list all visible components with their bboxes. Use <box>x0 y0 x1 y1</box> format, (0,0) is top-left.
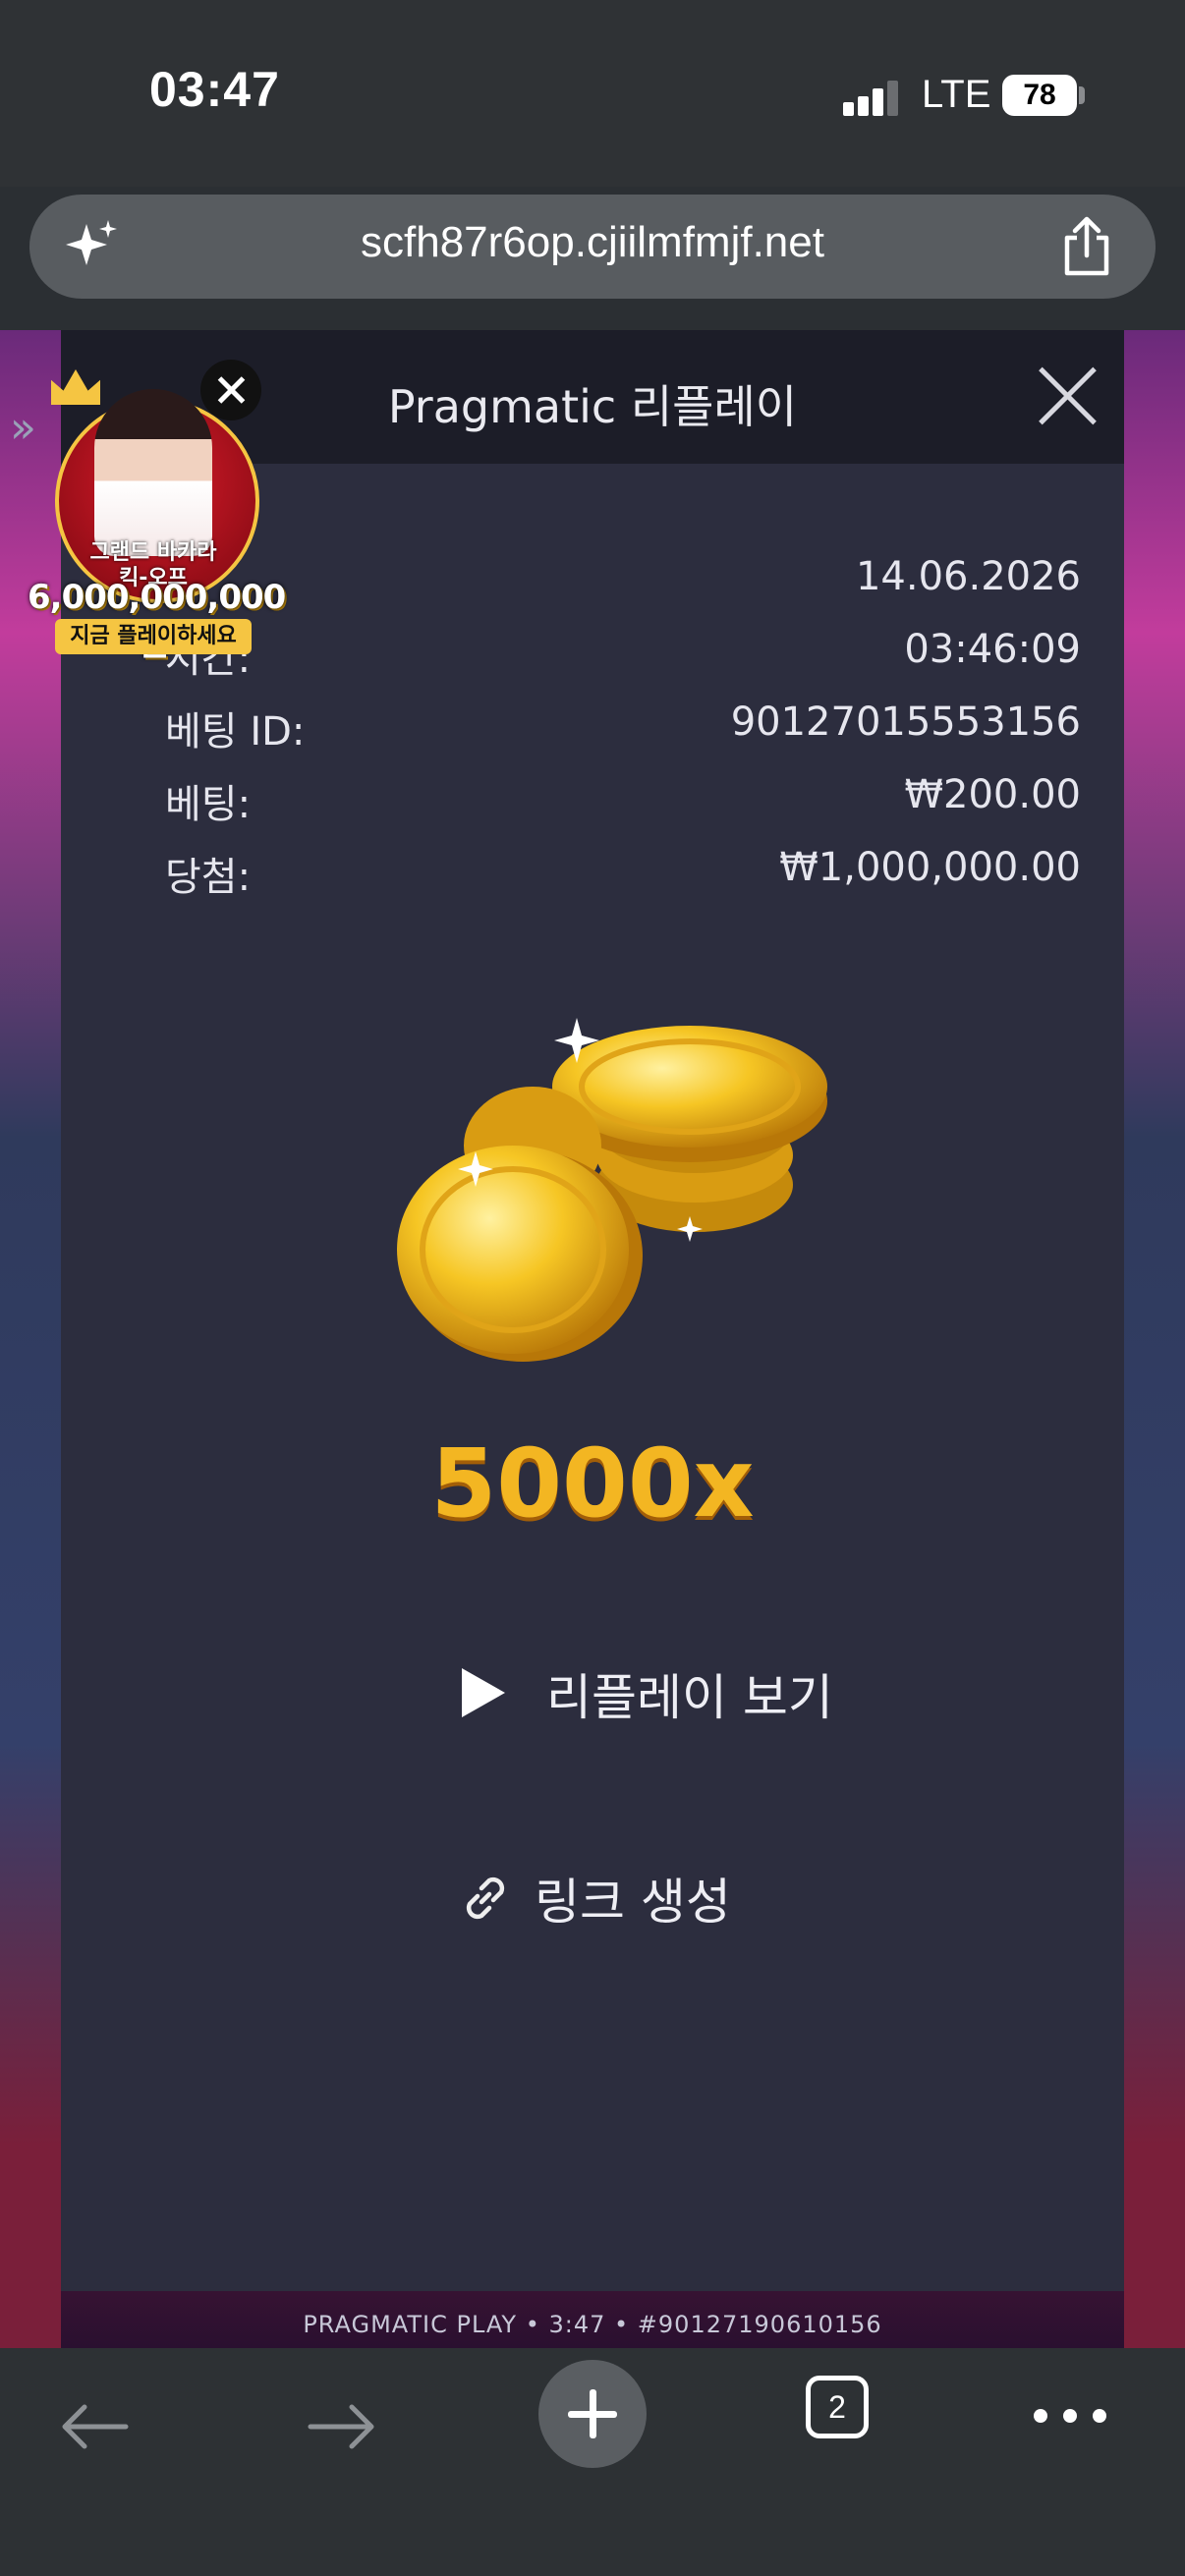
info-value: 14.06.2026 <box>855 554 1081 599</box>
game-footer-text: PRAGMATIC PLAY • 3:47 • #90127190610156 <box>303 2311 882 2338</box>
info-label: 베팅: <box>165 782 252 827</box>
browser-toolbar: 2 <box>0 2348 1185 2576</box>
network-type: LTE <box>922 73 991 116</box>
create-link-label: 링크 생성 <box>535 1874 731 1931</box>
watch-replay-button[interactable]: 리플레이 보기 <box>395 1652 867 1731</box>
share-icon[interactable] <box>1059 216 1114 277</box>
ad-cta-button[interactable]: 지금 플레이하세요 <box>55 619 252 654</box>
back-arrow-icon[interactable] <box>59 2403 130 2450</box>
info-value: 03:46:09 <box>904 627 1081 672</box>
info-row-bet: 베팅: ₩200.00 <box>165 772 1081 831</box>
address-bar[interactable]: scfh87r6op.cjiilmfmjf.net <box>29 195 1156 299</box>
info-value: 90127015553156 <box>730 700 1081 745</box>
more-dots-icon[interactable] <box>1034 2409 1108 2425</box>
info-label: 베팅 ID: <box>165 709 306 755</box>
play-icon <box>462 1668 505 1717</box>
info-row-date: 14.06.2026 <box>165 554 1081 613</box>
tabs-count-button[interactable]: 2 <box>806 2376 869 2438</box>
signal-icon <box>843 79 900 116</box>
info-value: ₩200.00 <box>904 772 1081 817</box>
battery-tip <box>1079 86 1085 104</box>
info-label: 당첨: <box>165 855 252 900</box>
create-link-button[interactable]: 링크 생성 <box>444 1859 837 1937</box>
link-icon <box>466 1876 505 1920</box>
status-bar: 03:47 LTE 78 scfh87r6op.cjiilmfmjf.net <box>0 0 1185 299</box>
win-multiplier: 5000x <box>430 1428 755 1539</box>
close-icon[interactable] <box>1036 364 1100 428</box>
gold-coins-icon <box>397 1018 827 1362</box>
watch-replay-label: 리플레이 보기 <box>546 1669 833 1726</box>
status-time: 03:47 <box>149 62 280 117</box>
battery-icon: 78 <box>1002 75 1077 116</box>
ad-close-icon[interactable] <box>200 360 261 420</box>
forward-arrow-icon[interactable] <box>307 2403 377 2450</box>
info-value: ₩1,000,000.00 <box>779 845 1081 890</box>
info-row-bet-id: 베팅 ID: 90127015553156 <box>165 700 1081 758</box>
crown-icon <box>51 369 100 405</box>
game-edge-right <box>1124 330 1185 2348</box>
info-row-win: 당첨: ₩1,000,000.00 <box>165 845 1081 904</box>
url-text[interactable]: scfh87r6op.cjiilmfmjf.net <box>29 218 1156 267</box>
info-row-time: 시간: 03:46:09 <box>165 627 1081 686</box>
ad-person-image <box>94 389 212 556</box>
new-tab-plus-icon[interactable] <box>538 2360 647 2468</box>
